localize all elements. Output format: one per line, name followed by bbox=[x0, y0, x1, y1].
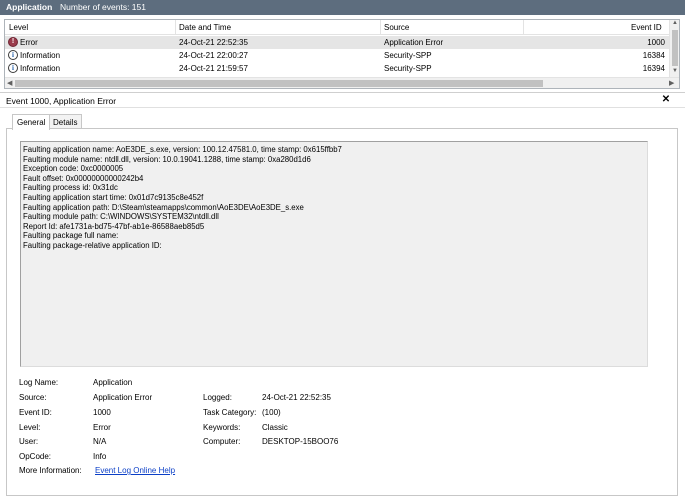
scroll-thumb[interactable] bbox=[15, 80, 543, 87]
scroll-right-icon[interactable]: ▶ bbox=[669, 79, 674, 87]
tab-details[interactable]: Details bbox=[48, 114, 83, 129]
logged-label: Logged: bbox=[203, 393, 232, 402]
row-source: Application Error bbox=[384, 38, 444, 47]
info-icon: i bbox=[8, 50, 18, 60]
keywords-label: Keywords: bbox=[203, 423, 241, 432]
column-divider[interactable] bbox=[523, 20, 524, 35]
log-name-label: Log Name: bbox=[19, 378, 59, 387]
description-line: Faulting package-relative application ID… bbox=[23, 240, 162, 250]
close-icon[interactable]: ✕ bbox=[660, 94, 672, 106]
row-event-id: 1000 bbox=[647, 38, 665, 47]
row-level: Error bbox=[20, 38, 38, 47]
source-value: Application Error bbox=[93, 393, 153, 402]
task-category-value: (100) bbox=[262, 408, 281, 417]
log-header-bar: Application Number of events: 151 bbox=[0, 0, 685, 15]
vertical-scrollbar[interactable]: ▲ ▼ bbox=[669, 20, 679, 77]
description-line: Report Id: afe1731a-bd75-47bf-ab1e-86588… bbox=[23, 221, 205, 231]
computer-label: Computer: bbox=[203, 437, 241, 446]
description-line: Fault offset: 0x00000000000242b4 bbox=[23, 173, 144, 183]
column-header-source[interactable]: Source bbox=[384, 23, 409, 32]
row-level: Information bbox=[20, 64, 61, 73]
description-line: Faulting module path: C:\WINDOWS\SYSTEM3… bbox=[23, 212, 219, 222]
user-label: User: bbox=[19, 437, 39, 446]
row-datetime: 24-Oct-21 21:59:57 bbox=[179, 64, 248, 73]
scroll-up-icon[interactable]: ▲ bbox=[670, 20, 680, 26]
user-value: N/A bbox=[93, 437, 107, 446]
event-detail-title: Event 1000, Application Error bbox=[6, 96, 117, 106]
scroll-down-icon[interactable]: ▼ bbox=[670, 68, 680, 74]
events-grid[interactable]: Level Date and Time Source Event ID ! Er… bbox=[4, 19, 680, 89]
description-line: Faulting process id: 0x31dc bbox=[23, 183, 118, 193]
column-divider[interactable] bbox=[175, 20, 176, 35]
scroll-thumb[interactable] bbox=[672, 30, 678, 66]
event-description-box[interactable]: Faulting application name: AoE3DE_s.exe,… bbox=[20, 141, 648, 367]
row-event-id: 16384 bbox=[642, 51, 665, 60]
keywords-value: Classic bbox=[262, 423, 288, 432]
event-detail-header: Event 1000, Application Error ✕ bbox=[0, 92, 685, 108]
event-id-value: 1000 bbox=[93, 408, 111, 417]
description-line: Faulting application path: D:\Steam\stea… bbox=[23, 202, 304, 212]
scroll-left-icon[interactable]: ◀ bbox=[7, 79, 12, 87]
row-source: Security-SPP bbox=[384, 51, 432, 60]
description-line: Faulting application start time: 0x01d7c… bbox=[23, 192, 204, 202]
row-event-id: 16394 bbox=[642, 64, 665, 73]
column-header-event-id[interactable]: Event ID bbox=[631, 23, 662, 32]
table-row[interactable]: ! Error 24-Oct-21 22:52:35 Application E… bbox=[5, 36, 669, 49]
event-id-label: Event ID: bbox=[19, 408, 52, 417]
column-divider[interactable] bbox=[380, 20, 381, 35]
event-log-online-help-link[interactable]: Event Log Online Help bbox=[95, 466, 175, 475]
level-value: Error bbox=[93, 423, 111, 432]
task-category-label: Task Category: bbox=[203, 408, 257, 417]
grid-header: Level Date and Time Source Event ID bbox=[5, 20, 669, 35]
description-line: Faulting application name: AoE3DE_s.exe,… bbox=[23, 145, 342, 154]
row-datetime: 24-Oct-21 22:52:35 bbox=[179, 38, 248, 47]
level-label: Level: bbox=[19, 423, 41, 432]
description-line: Faulting module name: ntdll.dll, version… bbox=[23, 154, 311, 164]
opcode-value: Info bbox=[93, 452, 107, 461]
error-icon: ! bbox=[8, 37, 18, 47]
event-count: Number of events: 151 bbox=[60, 2, 146, 12]
description-line: Faulting package full name: bbox=[23, 231, 119, 241]
general-panel: Faulting application name: AoE3DE_s.exe,… bbox=[6, 128, 678, 496]
more-info-label: More Information: bbox=[19, 466, 82, 475]
log-name-value: Application bbox=[93, 378, 133, 387]
table-row[interactable]: i Information 24-Oct-21 22:00:27 Securit… bbox=[5, 49, 669, 62]
source-label: Source: bbox=[19, 393, 47, 402]
tab-general[interactable]: General bbox=[12, 114, 51, 130]
table-row[interactable]: i Information 24-Oct-21 21:59:57 Securit… bbox=[5, 62, 669, 75]
row-level: Information bbox=[20, 51, 61, 60]
column-header-level[interactable]: Level bbox=[9, 23, 28, 32]
computer-value: DESKTOP-15BOO76 bbox=[262, 437, 339, 446]
row-datetime: 24-Oct-21 22:00:27 bbox=[179, 51, 248, 60]
logged-value: 24-Oct-21 22:52:35 bbox=[262, 393, 331, 402]
column-header-datetime[interactable]: Date and Time bbox=[179, 23, 231, 32]
description-line: Exception code: 0xc0000005 bbox=[23, 164, 124, 174]
log-name-title: Application bbox=[6, 2, 53, 12]
horizontal-scrollbar[interactable]: ◀ ▶ bbox=[5, 77, 679, 88]
info-icon: i bbox=[8, 63, 18, 73]
opcode-label: OpCode: bbox=[19, 452, 52, 461]
row-source: Security-SPP bbox=[384, 64, 432, 73]
